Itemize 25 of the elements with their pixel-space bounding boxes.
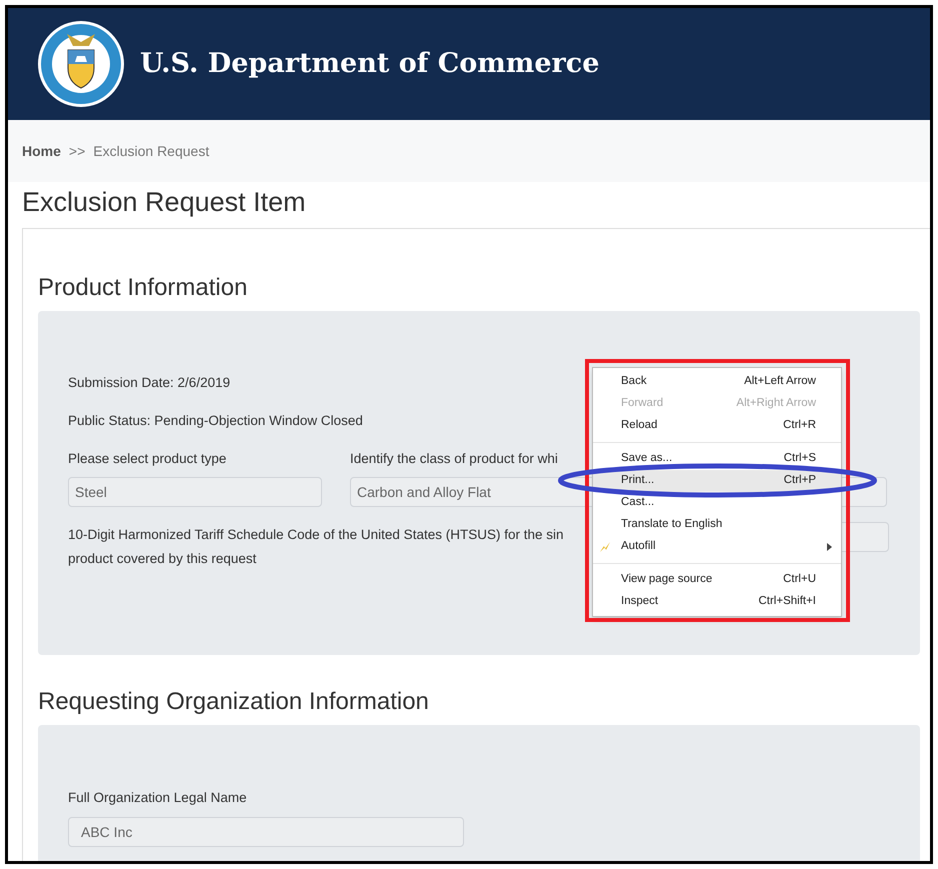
product-type-field[interactable]: Steel — [68, 477, 322, 507]
breadcrumb-link[interactable]: Home — [22, 140, 61, 162]
breadcrumb-link[interactable]: Exclusion Request — [93, 140, 210, 162]
page-title: Exclusion Request Item — [21, 186, 307, 219]
menu-item[interactable]: Save as... Ctrl+S — [593, 448, 841, 470]
field-label: Full Organization Legal Name — [68, 789, 248, 807]
public-status: Public Status: Pending-Objection Window Closed — [68, 412, 363, 430]
submission-date: Submission Date: 2/6/2019 — [68, 374, 230, 392]
section-heading: Requesting Organization Information — [38, 687, 430, 717]
menu-item[interactable]: View page source Ctrl+U — [593, 569, 841, 591]
field-label: Identify the class of product for whi — [350, 450, 558, 468]
section-heading: Product Information — [38, 273, 248, 303]
submenu-arrow-icon — [827, 543, 832, 551]
legal-name-field[interactable]: ABC Inc — [68, 817, 464, 847]
field-label: 10-Digit Harmonized Tariff Schedule Code of the United States (HTSUS) for the sin product covered by this request — [68, 526, 564, 568]
field-label: Please select product type — [68, 450, 228, 468]
menu-item[interactable]: Back Alt+Left Arrow — [593, 371, 841, 393]
menu-item[interactable]: Inspect Ctrl+Shift+I — [593, 591, 841, 613]
lightning-icon — [599, 541, 611, 553]
menu-item[interactable]: Print... Ctrl+P — [593, 470, 841, 492]
breadcrumb-separator: >> — [68, 142, 86, 160]
menu-item[interactable]: Translate to English — [593, 514, 841, 536]
menu-item[interactable]: Autofill — [593, 536, 841, 558]
menu-item[interactable]: Reload Ctrl+R — [593, 415, 841, 437]
site-title: U.S. Department of Commerce — [140, 46, 600, 81]
